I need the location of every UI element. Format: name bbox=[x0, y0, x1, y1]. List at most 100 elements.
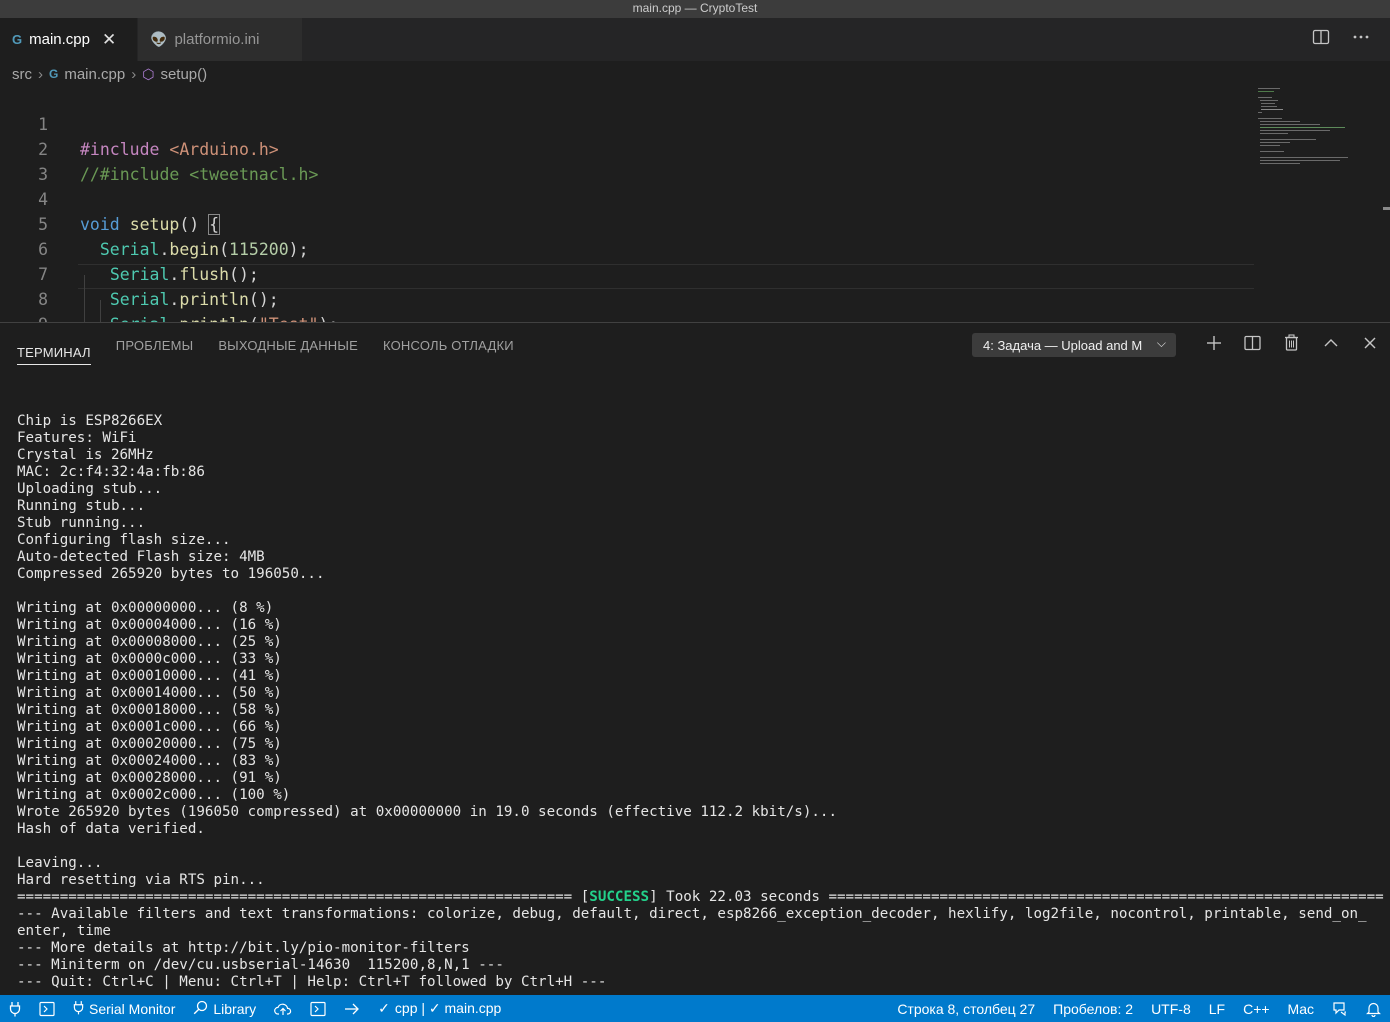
chevron-right-icon: › bbox=[131, 65, 137, 83]
close-icon[interactable]: ✕ bbox=[102, 30, 116, 50]
terminal-line: Hard resetting via RTS pin... bbox=[17, 872, 265, 888]
breadcrumb-symbol[interactable]: setup() bbox=[160, 66, 207, 83]
library-button[interactable]: Library bbox=[184, 1000, 265, 1018]
terminal-line: --- More details at http://bit.ly/pio-mo… bbox=[17, 940, 470, 956]
code-line: 1 #include <Arduino.h> bbox=[0, 87, 1255, 159]
terminal-line: Writing at 0x0002c000... (100 %) bbox=[17, 787, 291, 803]
code-line: 2 //#include <tweetnacl.h> bbox=[0, 112, 1255, 184]
tab-label: platformio.ini bbox=[174, 31, 260, 48]
terminal-line: Wrote 265920 bytes (196050 compressed) a… bbox=[17, 804, 837, 820]
code-line: 7 Serial.println(); bbox=[0, 237, 1255, 309]
terminal-line: Writing at 0x00018000... (58 %) bbox=[17, 702, 282, 718]
terminal-line: Compressed 265920 bytes to 196050... bbox=[17, 566, 325, 582]
breadcrumb-file[interactable]: main.cpp bbox=[64, 66, 125, 83]
terminal-select-value: 4: Задача — Upload and M bbox=[983, 337, 1143, 353]
terminal-line: Writing at 0x00004000... (16 %) bbox=[17, 617, 282, 633]
tab-platformio-ini[interactable]: 👽 platformio.ini bbox=[138, 18, 302, 61]
chevron-down-icon: ⌵ bbox=[1156, 336, 1166, 350]
split-terminal-icon[interactable] bbox=[1233, 335, 1272, 356]
arrow-right-icon[interactable] bbox=[335, 1002, 369, 1016]
terminal-line: Stub running... bbox=[17, 515, 146, 531]
more-actions-icon[interactable] bbox=[1352, 28, 1370, 51]
minimap[interactable] bbox=[1256, 88, 1374, 168]
new-terminal-icon[interactable] bbox=[1194, 335, 1233, 356]
success-rule-right: ] Took 22.03 seconds ===================… bbox=[649, 889, 1384, 905]
maximize-panel-icon[interactable] bbox=[1311, 335, 1350, 356]
terminal-line: Crystal is 26MHz bbox=[17, 447, 154, 463]
terminal-success-line: ========================================… bbox=[17, 889, 1384, 906]
terminal-output[interactable]: Chip is ESP8266EX Features: WiFi Crystal i… bbox=[17, 396, 1384, 991]
tab-label: main.cpp bbox=[29, 31, 90, 48]
code-line: 3 bbox=[0, 137, 1255, 184]
breadcrumb: src › G main.cpp › ⬡ setup() bbox=[0, 61, 1390, 87]
language-mode[interactable]: C++ bbox=[1234, 1001, 1278, 1017]
encoding[interactable]: UTF-8 bbox=[1142, 1001, 1200, 1017]
terminal-line: Writing at 0x00008000... (25 %) bbox=[17, 634, 282, 650]
terminal-line: Configuring flash size... bbox=[17, 532, 231, 548]
chevron-right-icon: › bbox=[38, 65, 43, 83]
terminal-line: Leaving... bbox=[17, 855, 103, 871]
environment-button[interactable]: ✓ cpp | ✓ main.cpp bbox=[369, 1000, 510, 1017]
status-bar: Serial Monitor Library ✓ cpp | ✓ main.cp… bbox=[0, 995, 1390, 1022]
code-line: 4 void setup() { bbox=[0, 162, 1255, 235]
plug-icon bbox=[73, 1000, 84, 1018]
tab-main-cpp[interactable]: G main.cpp ✕ bbox=[0, 18, 137, 61]
terminal-line: --- Quit: Ctrl+C | Menu: Ctrl+T | Help: … bbox=[17, 974, 607, 990]
terminal-line: Writing at 0x0000c000... (33 %) bbox=[17, 651, 282, 667]
editor-tabs: G main.cpp ✕ 👽 platformio.ini bbox=[0, 18, 1390, 61]
code-line: 10 bbox=[0, 312, 1255, 322]
terminal-line: Writing at 0x00000000... (8 %) bbox=[17, 600, 274, 616]
trash-icon[interactable] bbox=[1272, 334, 1311, 356]
platform[interactable]: Mac bbox=[1279, 1001, 1323, 1017]
terminal-line: Features: WiFi bbox=[17, 430, 137, 446]
terminal-line: Writing at 0x00024000... (83 %) bbox=[17, 753, 282, 769]
terminal-line: Auto-detected Flash size: 4MB bbox=[17, 549, 265, 565]
code-editor[interactable]: 1 #include <Arduino.h> 2 //#include <twe… bbox=[0, 87, 1390, 322]
terminal-line: Writing at 0x00014000... (50 %) bbox=[17, 685, 282, 701]
serial-monitor-button[interactable]: Serial Monitor bbox=[64, 1000, 184, 1018]
serial-monitor-label: Serial Monitor bbox=[89, 1000, 176, 1017]
feedback-icon[interactable] bbox=[1323, 1001, 1357, 1017]
terminal-line: enter, time bbox=[17, 923, 111, 939]
terminal-line: Hash of data verified. bbox=[17, 821, 205, 837]
terminal-line: Chip is ESP8266EX bbox=[17, 413, 163, 429]
code-line: 8 Serial.println("Test"); bbox=[0, 262, 1255, 322]
success-badge: SUCCESS bbox=[589, 889, 650, 905]
breadcrumb-folder[interactable]: src bbox=[12, 66, 32, 83]
tab-problems[interactable]: ПРОБЛЕМЫ bbox=[116, 338, 194, 353]
window-title: main.cpp — CryptoTest bbox=[0, 0, 1390, 18]
indentation[interactable]: Пробелов: 2 bbox=[1044, 1001, 1142, 1017]
plug-icon[interactable] bbox=[0, 1001, 30, 1017]
editor-scrollbar[interactable] bbox=[1374, 174, 1390, 322]
terminal-line: Writing at 0x00020000... (75 %) bbox=[17, 736, 282, 752]
cursor-position[interactable]: Строка 8, столбец 27 bbox=[888, 1001, 1044, 1017]
terminal-icon[interactable] bbox=[301, 1001, 335, 1017]
close-panel-icon[interactable] bbox=[1350, 335, 1389, 356]
tab-terminal[interactable]: ТЕРМИНАЛ bbox=[17, 333, 91, 365]
environment-label: cpp | ✓ main.cpp bbox=[394, 1000, 502, 1016]
code-line: 5 Serial.begin(115200); bbox=[0, 187, 1255, 259]
method-icon: ⬡ bbox=[142, 65, 155, 82]
bottom-panel: ТЕРМИНАЛ ПРОБЛЕМЫ ВЫХОДНЫЕ ДАННЫЕ КОНСОЛ… bbox=[0, 322, 1390, 995]
terminal-line: --- Available filters and text transform… bbox=[17, 906, 1367, 922]
split-editor-icon[interactable] bbox=[1312, 28, 1330, 51]
terminal-line: Writing at 0x00010000... (41 %) bbox=[17, 668, 282, 684]
code-line: 9 } bbox=[0, 287, 1255, 322]
bell-icon[interactable] bbox=[1357, 1001, 1390, 1017]
cloud-upload-icon[interactable] bbox=[265, 1002, 301, 1016]
overview-ruler-mark bbox=[1383, 207, 1390, 210]
end-of-line[interactable]: LF bbox=[1200, 1001, 1234, 1017]
terminal-line: Writing at 0x0001c000... (66 %) bbox=[17, 719, 282, 735]
terminal-icon[interactable] bbox=[30, 1001, 64, 1017]
terminal-line: MAC: 2c:f4:32:4a:fb:86 bbox=[17, 464, 205, 480]
terminal-line: Writing at 0x00028000... (91 %) bbox=[17, 770, 282, 786]
tab-output[interactable]: ВЫХОДНЫЕ ДАННЫЕ bbox=[218, 338, 358, 353]
terminal-line: Running stub... bbox=[17, 498, 146, 514]
check-icon: ✓ bbox=[378, 1000, 390, 1016]
terminal-select[interactable]: 4: Задача — Upload and M ⌵ bbox=[972, 333, 1176, 357]
cpp-file-icon: G bbox=[49, 67, 59, 81]
tab-debug-console[interactable]: КОНСОЛЬ ОТЛАДКИ bbox=[383, 338, 514, 353]
platformio-icon: 👽 bbox=[150, 31, 168, 47]
